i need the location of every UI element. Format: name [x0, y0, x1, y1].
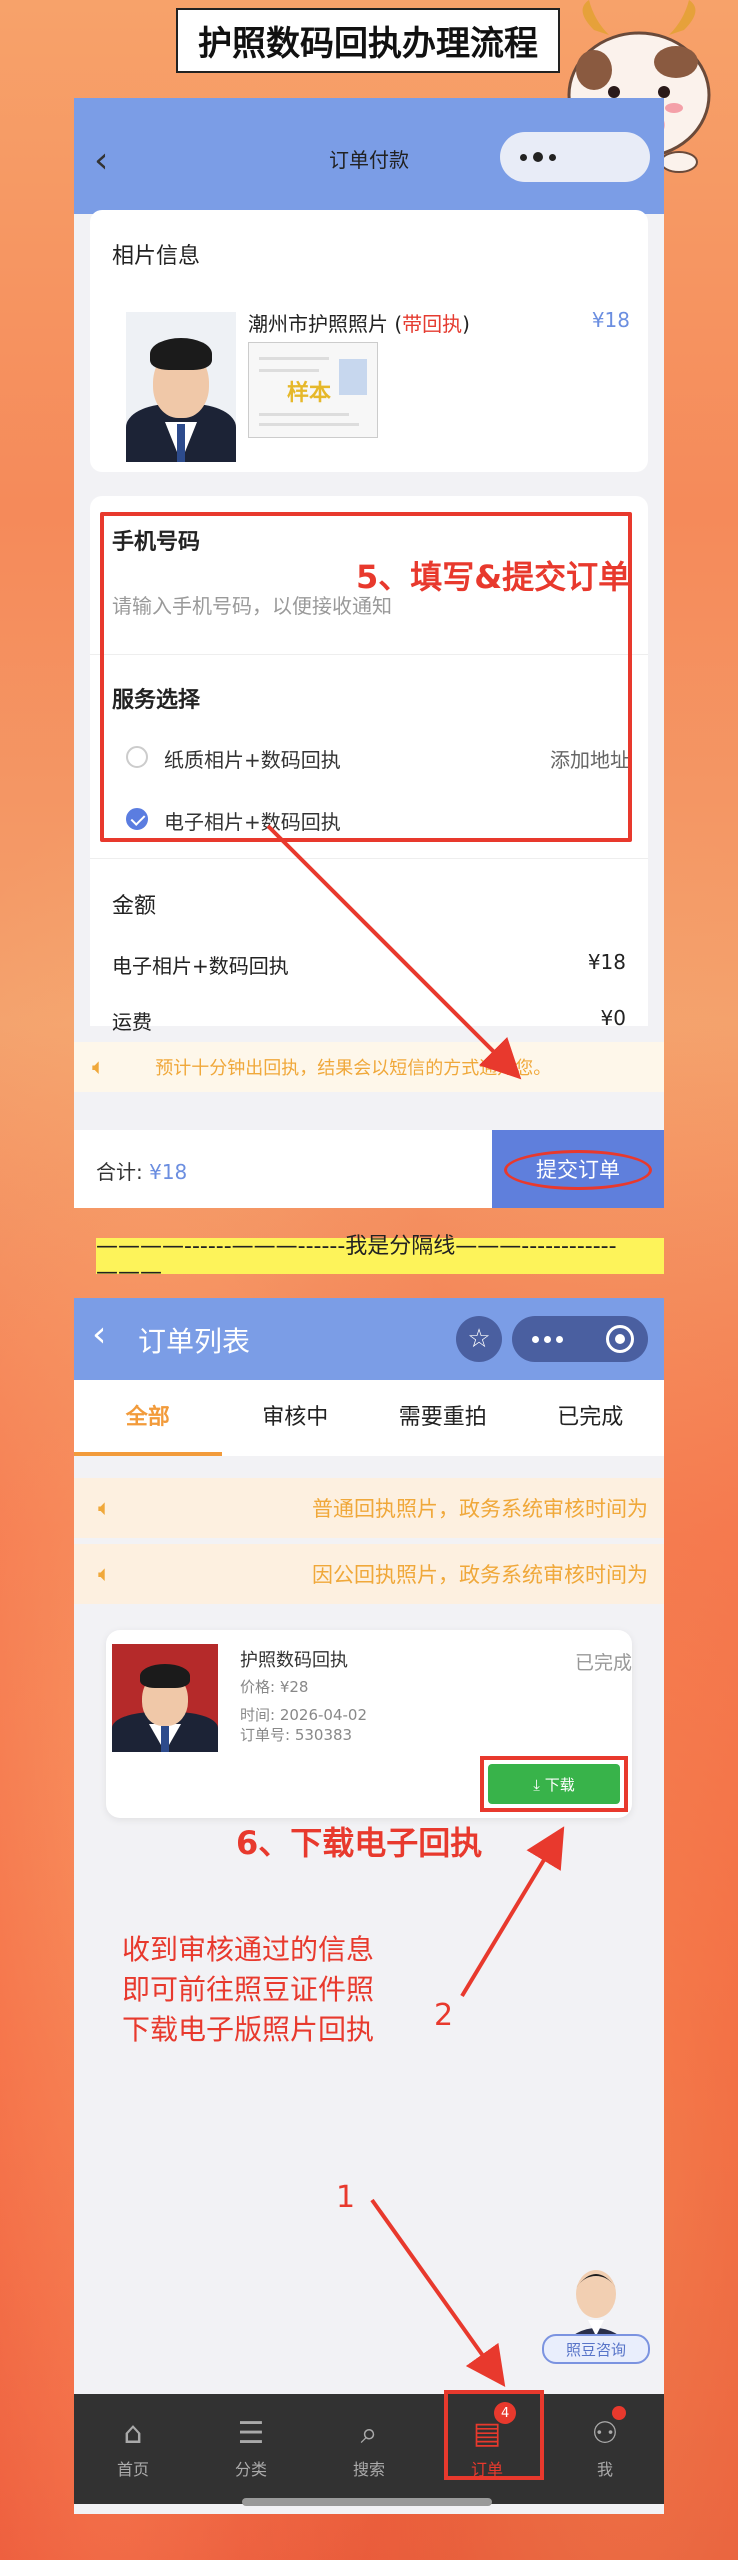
- profile-icon: ⚇: [591, 2416, 619, 2451]
- total-amount: 合计: ¥18: [96, 1160, 188, 1184]
- instruction-line: 即可前往照豆证件照: [122, 1973, 375, 2006]
- highlight-ring: [504, 1150, 652, 1190]
- amount-row-label: 电子相片+数码回执: [112, 954, 289, 978]
- order-number: 订单号: 530383: [240, 1726, 353, 1744]
- photo-price: ¥18: [591, 308, 630, 332]
- nav-bar: ‹ 订单列表 ☆: [74, 1298, 664, 1380]
- assistant-avatar[interactable]: 照豆咨询: [542, 2258, 650, 2364]
- home-icon: ⌂: [123, 2416, 143, 2451]
- order-status: 已完成: [574, 1652, 632, 1674]
- tabbar-label: 我: [596, 2460, 613, 2479]
- highlight-box: [480, 1756, 628, 1812]
- notice-text: 预计十分钟出回执，结果会以短信的方式通知您。: [155, 1058, 552, 1079]
- step-6-label: 6、下载电子回执: [236, 1824, 483, 1862]
- more-dot-icon: [544, 1335, 551, 1343]
- order-card[interactable]: 护照数码回执 已完成 价格: ¥28 时间: 2026-04-02 订单号: 5…: [106, 1630, 632, 1818]
- more-dot-icon: [520, 153, 527, 161]
- nav-bar: ‹ 订单付款: [74, 98, 664, 214]
- notice-bar: 🔈︎ 预计十分钟出回执，结果会以短信的方式通知您。: [74, 1042, 664, 1092]
- bottom-tab-bar: ⌂ 首页 ☰ 分类 ⌕ 搜索 ▤ 订单 4 ⚇ 我: [74, 2394, 664, 2504]
- highlight-box: [444, 2390, 544, 2480]
- photo-product-name: 潮州市护照照片 (带回执): [248, 312, 470, 336]
- notice-text: 因公回执照片，政务系统审核时间为: [312, 1563, 648, 1587]
- close-mini-program-icon[interactable]: [606, 1325, 634, 1353]
- amount-row: 运费 ¥0: [112, 1006, 626, 1035]
- order-payment-screen: ‹ 订单付款 相片信息 潮州市护照照片 (带回执) ¥18 样本 手机号码 请输…: [74, 98, 664, 1208]
- more-dot-icon: [532, 1335, 539, 1343]
- order-title: 护照数码回执: [240, 1650, 348, 1671]
- order-tabs: 全部 审核中 需要重拍 已完成: [74, 1380, 664, 1456]
- step-marker-1: 1: [336, 2180, 356, 2215]
- order-price: 价格: ¥28: [240, 1678, 309, 1696]
- category-icon: ☰: [237, 2416, 265, 2451]
- page-title: 护照数码回执办理流程: [176, 8, 560, 73]
- star-icon[interactable]: ☆: [456, 1316, 502, 1362]
- divider: [90, 858, 648, 859]
- amount-row-label: 运费: [112, 1010, 152, 1034]
- home-indicator: [242, 2498, 492, 2506]
- nav-title: 订单列表: [138, 1325, 251, 1358]
- notice-bar: 🔈︎ 普通回执照片，政务系统审核时间为: [74, 1478, 664, 1538]
- amount-row: 电子相片+数码回执 ¥18: [112, 950, 626, 979]
- amount-row-value: ¥18: [587, 950, 626, 974]
- photo-info-card: 相片信息 潮州市护照照片 (带回执) ¥18 样本: [90, 210, 648, 472]
- receipt-sample-image: 样本: [248, 342, 378, 438]
- more-dot-icon: [556, 1335, 563, 1343]
- speaker-icon: 🔈︎: [92, 1054, 106, 1080]
- sample-stamp: 样本: [287, 381, 332, 406]
- more-dot-icon: [549, 153, 556, 161]
- instruction-text: 收到审核通过的信息 即可前往照豆证件照 下载电子版照片回执: [122, 1930, 374, 2050]
- search-icon: ⌕: [360, 2416, 378, 2451]
- speaker-icon: 🔈︎: [98, 1495, 112, 1521]
- tabbar-item-home[interactable]: ⌂ 首页: [74, 2394, 192, 2504]
- tabbar-item-category[interactable]: ☰ 分类: [192, 2394, 310, 2504]
- more-dot-icon: [533, 152, 543, 162]
- amount-row-value: ¥0: [600, 1006, 626, 1030]
- amount-title: 金额: [112, 894, 157, 919]
- tab-all[interactable]: 全部: [74, 1380, 222, 1456]
- assistant-label: 照豆咨询: [542, 2334, 650, 2364]
- tabbar-item-search[interactable]: ⌕ 搜索: [310, 2394, 428, 2504]
- menu-capsule[interactable]: [512, 1316, 648, 1362]
- tab-indicator: [74, 1452, 222, 1456]
- tab-reviewing[interactable]: 审核中: [222, 1380, 370, 1456]
- notice-text: 普通回执照片，政务系统审核时间为: [312, 1497, 648, 1521]
- tabbar-label: 首页: [116, 2460, 149, 2479]
- menu-capsule[interactable]: [500, 132, 650, 182]
- checkout-bar: 合计: ¥18 提交订单: [74, 1130, 664, 1208]
- tab-retake[interactable]: 需要重拍: [369, 1380, 517, 1456]
- step-marker-2: 2: [434, 1998, 454, 2033]
- order-time: 时间: 2026-04-02: [240, 1706, 367, 1724]
- order-list-screen: ‹ 订单列表 ☆ 全部 审核中 需要重拍 已完成 🔈︎ 普通回执照片，政务系统审…: [74, 1298, 664, 2514]
- notice-bar: 🔈︎ 因公回执照片，政务系统审核时间为: [74, 1544, 664, 1604]
- back-icon[interactable]: ‹: [92, 1314, 106, 1355]
- separator-banner: ————------———------我是分隔线———------------—…: [96, 1234, 664, 1285]
- speaker-icon: 🔈︎: [98, 1561, 112, 1587]
- tab-completed[interactable]: 已完成: [517, 1380, 665, 1456]
- order-photo: [112, 1644, 218, 1752]
- instruction-line: 收到审核通过的信息: [122, 1933, 375, 1966]
- tabbar-label: 分类: [234, 2460, 267, 2479]
- passport-photo: [126, 312, 236, 462]
- instruction-line: 下载电子版照片回执: [122, 2013, 375, 2046]
- step-5-label: 5、填写&提交订单: [356, 558, 631, 596]
- tabbar-label: 搜索: [352, 2460, 385, 2479]
- photo-info-title: 相片信息: [112, 244, 201, 269]
- notification-dot: [612, 2406, 627, 2420]
- tabbar-item-profile[interactable]: ⚇ 我: [546, 2394, 664, 2504]
